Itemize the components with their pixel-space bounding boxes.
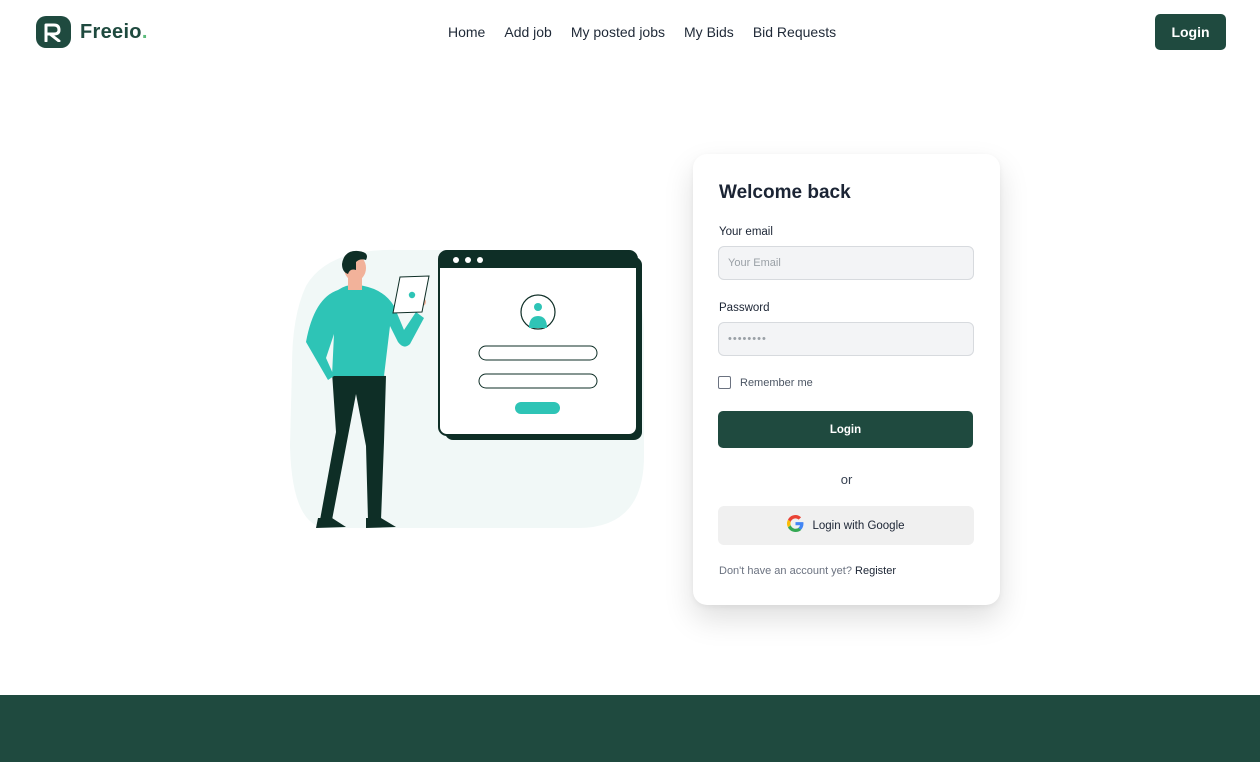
or-divider-text: or xyxy=(840,472,853,487)
register-prompt-text: Don't have an account yet? xyxy=(719,565,852,577)
header-login-button[interactable]: Login xyxy=(1155,14,1226,50)
brand-name: Freeio. xyxy=(80,20,148,43)
nav-item-my-bids[interactable]: My Bids xyxy=(684,24,734,40)
remember-me-row: Remember me xyxy=(718,376,813,389)
nav-item-my-posted-jobs[interactable]: My posted jobs xyxy=(571,24,665,40)
password-field[interactable]: •••••••• xyxy=(718,322,974,356)
card-title: Welcome back xyxy=(719,182,851,203)
login-illustration xyxy=(288,246,648,536)
remember-me-checkbox[interactable] xyxy=(718,376,731,389)
email-field[interactable]: Your Email xyxy=(718,246,974,280)
google-icon xyxy=(787,514,804,537)
header: Freeio. Home Add job My posted jobs My B… xyxy=(0,0,1260,64)
email-label: Your email xyxy=(719,226,773,238)
nav-item-bid-requests[interactable]: Bid Requests xyxy=(753,24,836,40)
login-submit-button[interactable]: Login xyxy=(718,411,973,448)
nav-item-home[interactable]: Home xyxy=(448,24,485,40)
footer xyxy=(0,695,1260,762)
google-login-button[interactable]: Login with Google xyxy=(718,506,974,545)
main-nav: Home Add job My posted jobs My Bids Bid … xyxy=(448,24,836,40)
remember-me-label: Remember me xyxy=(740,376,813,389)
logo-icon xyxy=(36,16,71,48)
password-label: Password xyxy=(719,302,770,314)
brand-logo[interactable]: Freeio. xyxy=(36,16,148,48)
nav-item-add-job[interactable]: Add job xyxy=(504,24,551,40)
login-card: Welcome back Your email Your Email Passw… xyxy=(693,154,1000,605)
login-illustration-graphic xyxy=(290,249,644,528)
google-login-label: Login with Google xyxy=(812,519,905,532)
register-prompt: Don't have an account yet? Register xyxy=(719,565,896,577)
register-link[interactable]: Register xyxy=(855,565,896,577)
